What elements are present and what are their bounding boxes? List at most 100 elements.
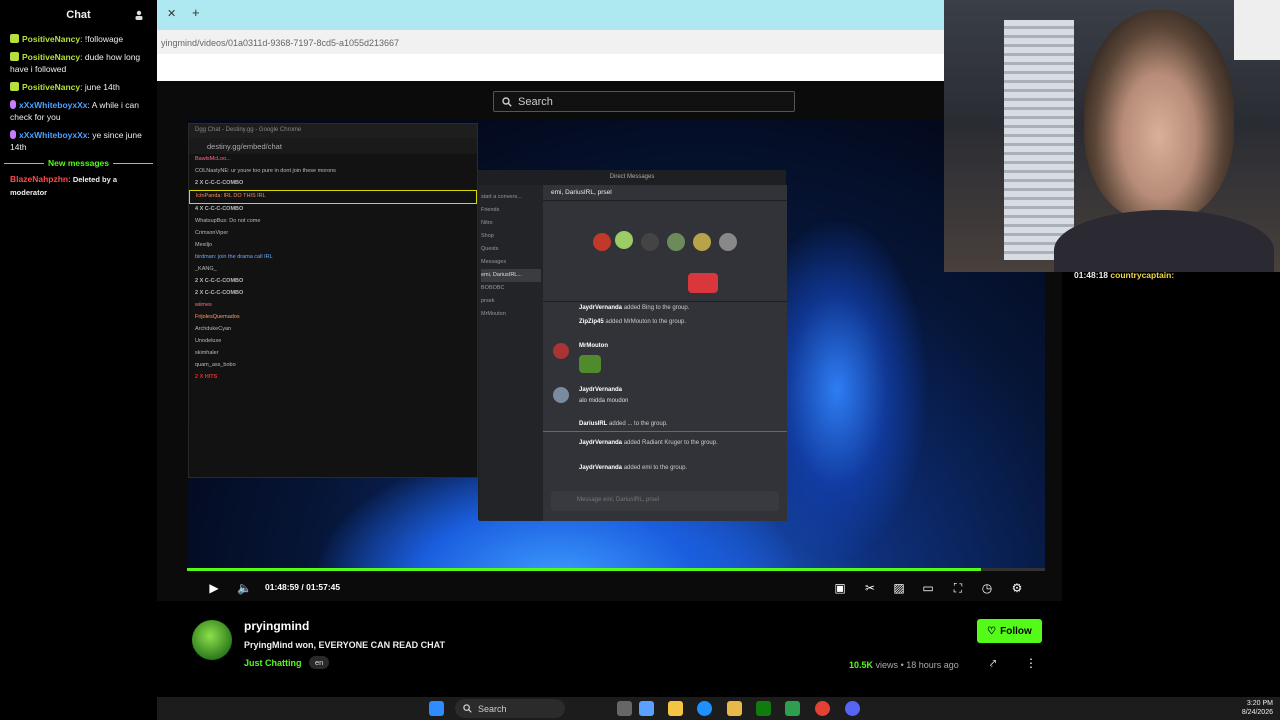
- dgg-chat-window: Dgg Chat - Destiny.gg - Google Chrome de…: [188, 123, 478, 478]
- edge-icon[interactable]: [697, 701, 712, 716]
- close-tab-icon[interactable]: ✕: [167, 7, 176, 20]
- dgg-line: lctnPanda: IRL DO THIS IRL: [189, 190, 477, 204]
- file-explorer-icon[interactable]: [668, 701, 683, 716]
- follow-button[interactable]: ♡ Follow: [977, 619, 1042, 643]
- user-avatar: [553, 387, 569, 403]
- progress-fill: [187, 568, 981, 571]
- channel-name[interactable]: pryingmind: [244, 619, 309, 633]
- discord-line: JaydrVernanda added emi to the group.: [579, 465, 688, 471]
- subscriber-badge-icon: [10, 82, 19, 91]
- category-link[interactable]: Just Chatting: [244, 658, 302, 668]
- chat-message: xXxWhiteboyxXx: ye since june 14th: [10, 130, 142, 152]
- taskbar-search-label: Search: [478, 703, 507, 714]
- view-count: 10.5K: [849, 660, 874, 670]
- call-avatar: [693, 233, 711, 251]
- share-icon[interactable]: ⤤: [990, 658, 996, 671]
- discord-channel-name: emi, DariusIRL, prsel: [543, 185, 787, 201]
- page-header: [157, 54, 944, 81]
- users-icon[interactable]: [133, 9, 145, 21]
- video-title: PryingMind won, EVERYONE CAN READ CHAT: [244, 640, 446, 650]
- clock-time: 3:20 PM: [1246, 700, 1273, 707]
- app-icon[interactable]: [785, 701, 800, 716]
- theater-mode-icon[interactable]: ▣: [833, 581, 847, 595]
- right-chat-username[interactable]: countrycaptain:: [1110, 270, 1174, 280]
- chat-title: Chat: [66, 9, 91, 21]
- more-options-icon[interactable]: ⋮: [1025, 656, 1037, 670]
- xbox-icon[interactable]: [756, 701, 771, 716]
- dgg-line: FrijolesQuemados: [195, 314, 240, 320]
- call-avatar: [641, 233, 659, 251]
- chat-message-deleted: BlazeNahpzhn: Deleted by a moderator: [10, 174, 118, 197]
- dgg-line: BawlsMcLoo...: [195, 156, 231, 162]
- mic-badge-icon: [10, 100, 16, 109]
- windows-taskbar: Search 3:20 PM 8/24/2026: [157, 697, 1280, 720]
- store-icon[interactable]: [727, 701, 742, 716]
- language-tag[interactable]: en: [309, 656, 330, 669]
- discord-chat: emi, DariusIRL, prsel JaydrVernanda adde…: [543, 185, 787, 521]
- discord-message-input[interactable]: Message emi, DariusIRL, prsel: [551, 491, 779, 511]
- dgg-line: quam_ass_bobo: [195, 362, 236, 368]
- webcam-overlay: [944, 0, 1280, 272]
- view-stats: 10.5K views • 18 hours ago: [849, 660, 959, 670]
- dgg-line: skimhaler: [195, 350, 219, 356]
- chat-message: PositiveNancy: june 14th: [0, 78, 157, 96]
- dgg-line: CrimsonViper: [195, 230, 229, 236]
- address-bar[interactable]: yingmind/videos/01a0311d-9368-7197-8cd5-…: [157, 30, 944, 54]
- chat-username[interactable]: PositiveNancy: [22, 34, 80, 44]
- channel-avatar[interactable]: [192, 620, 232, 660]
- screenshot-icon[interactable]: ▨: [892, 581, 906, 595]
- new-messages-divider[interactable]: New messages: [0, 156, 157, 170]
- dgg-line: 2 X C-C-C-COMBO: [195, 290, 244, 296]
- discord-icon[interactable]: [845, 701, 860, 716]
- settings-gear-icon[interactable]: ⚙: [1010, 581, 1024, 595]
- chat-message: PositiveNancy: !followage: [0, 30, 157, 48]
- chrome-icon[interactable]: [815, 701, 830, 716]
- system-clock[interactable]: 3:20 PM 8/24/2026: [1242, 699, 1273, 717]
- chat-username[interactable]: xXxWhiteboyxXx: [19, 130, 88, 140]
- chat-username[interactable]: PositiveNancy: [22, 82, 80, 92]
- new-tab-icon[interactable]: +: [192, 5, 200, 20]
- discord-sidebar: start a convers... Friends Nitro Shop Qu…: [479, 185, 543, 521]
- speed-icon[interactable]: ◷: [980, 581, 994, 595]
- discord-line: MrMouton: [579, 343, 608, 349]
- dgg-line: Unodeluxe: [195, 338, 222, 344]
- taskbar-search[interactable]: Search: [455, 699, 565, 718]
- search-icon: [463, 704, 472, 713]
- url-text: yingmind/videos/01a0311d-9368-7197-8cd5-…: [161, 38, 400, 48]
- dgg-line: WhatsupBus: Do not come: [195, 218, 261, 224]
- volume-icon[interactable]: 🔈: [237, 581, 252, 595]
- views-label: views: [875, 660, 899, 670]
- chat-username[interactable]: xXxWhiteboyxXx: [19, 100, 88, 110]
- dgg-line: 2 X C-C-C-COMBO: [195, 278, 244, 284]
- chat-header: Chat: [0, 0, 157, 30]
- discord-line: JaydrVernanda added Radiant Kruger to th…: [579, 440, 718, 446]
- player-controls: ▶ 🔈 01:48:59 / 01:57:45 ▣ ✂ ▨ ▭ ⛶ ◷ ⚙: [187, 576, 1045, 602]
- discord-sidebar-item: Shop: [481, 233, 494, 239]
- discord-sidebar-item: start a convers...: [481, 194, 522, 200]
- task-view-icon[interactable]: [617, 701, 632, 716]
- discord-sidebar-item: Messages: [481, 259, 507, 265]
- windows-start-icon[interactable]: [429, 701, 444, 716]
- discord-sidebar-item: Nitro: [481, 220, 493, 226]
- subscriber-badge-icon: [10, 52, 19, 61]
- hang-up-button[interactable]: [688, 273, 718, 293]
- discord-line: DariusIRL added ... to the group.: [579, 421, 668, 427]
- fullscreen-icon[interactable]: ⛶: [951, 581, 965, 595]
- search-input[interactable]: Search: [493, 91, 795, 112]
- chat-username[interactable]: BlazeNahpzhn: [10, 174, 68, 184]
- progress-bar[interactable]: [187, 568, 1045, 571]
- dgg-line: 4 X C-C-C-COMBO: [195, 206, 244, 212]
- dgg-line: COLNastyNE: ur youre too pure in dont jo…: [195, 168, 336, 174]
- discord-line: alo midda moudon: [579, 398, 629, 404]
- right-chat-panel: [1062, 272, 1280, 720]
- miniplayer-icon[interactable]: ▭: [921, 581, 935, 595]
- subscriber-badge-icon: [10, 34, 19, 43]
- chat-panel: Chat PositiveNancy: !followage PositiveN…: [0, 0, 157, 720]
- dgg-line: _KANG_: [195, 266, 217, 272]
- discord-sidebar-item: BOBOBC: [481, 285, 505, 291]
- play-icon[interactable]: ▶: [207, 581, 221, 595]
- clip-icon[interactable]: ✂: [863, 581, 877, 595]
- copilot-icon[interactable]: [639, 701, 654, 716]
- chat-username[interactable]: PositiveNancy: [22, 52, 80, 62]
- chat-message: PositiveNancy: dude how long have i foll…: [10, 52, 141, 74]
